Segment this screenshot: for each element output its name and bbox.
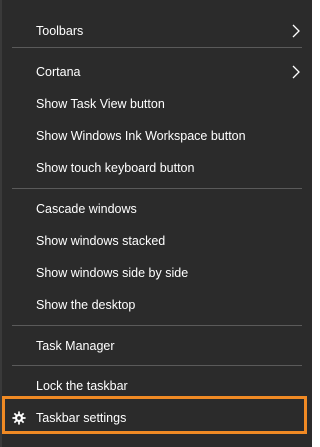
menu-item-toolbars[interactable]: Toolbars	[0, 15, 312, 47]
menu-item-label: Show the desktop	[36, 297, 136, 312]
menu-item-show-windows-side-by-side[interactable]: Show windows side by side	[0, 257, 312, 289]
menu-separator	[12, 47, 302, 48]
menu-separator	[12, 188, 302, 189]
menu-item-cortana[interactable]: Cortana	[0, 56, 312, 88]
menu-item-label: Show touch keyboard button	[36, 160, 195, 175]
menu-item-label: Task Manager	[36, 338, 115, 353]
chevron-right-icon	[292, 65, 300, 79]
chevron-right-icon	[292, 24, 300, 38]
menu-item-show-touch-keyboard-button[interactable]: Show touch keyboard button	[0, 152, 312, 184]
menu-item-label: Show windows stacked	[36, 233, 166, 248]
menu-item-show-windows-ink-workspace-button[interactable]: Show Windows Ink Workspace button	[0, 120, 312, 152]
menu-item-label: Show Windows Ink Workspace button	[36, 128, 246, 143]
menu-item-label: Cascade windows	[36, 201, 137, 216]
menu-item-label: Toolbars	[36, 23, 84, 38]
menu-item-label: Show Task View button	[36, 96, 165, 111]
menu-item-label: Lock the taskbar	[36, 378, 128, 393]
menu-item-taskbar-settings[interactable]: Taskbar settings	[0, 402, 312, 434]
menu-item-lock-the-taskbar[interactable]: Lock the taskbar	[0, 370, 312, 402]
menu-item-label: Show windows side by side	[36, 265, 189, 280]
taskbar-context-menu: Toolbars Cortana Show Task View button S…	[0, 0, 312, 447]
menu-item-cascade-windows[interactable]: Cascade windows	[0, 193, 312, 225]
menu-item-label: Taskbar settings	[36, 410, 127, 425]
menu-item-label: Cortana	[36, 64, 81, 79]
menu-item-show-windows-stacked[interactable]: Show windows stacked	[0, 225, 312, 257]
menu-separator	[12, 365, 302, 366]
menu-separator	[12, 325, 302, 326]
menu-item-show-the-desktop[interactable]: Show the desktop	[0, 289, 312, 321]
gear-icon	[12, 411, 26, 425]
menu-item-show-task-view-button[interactable]: Show Task View button	[0, 88, 312, 120]
menu-item-task-manager[interactable]: Task Manager	[0, 330, 312, 362]
